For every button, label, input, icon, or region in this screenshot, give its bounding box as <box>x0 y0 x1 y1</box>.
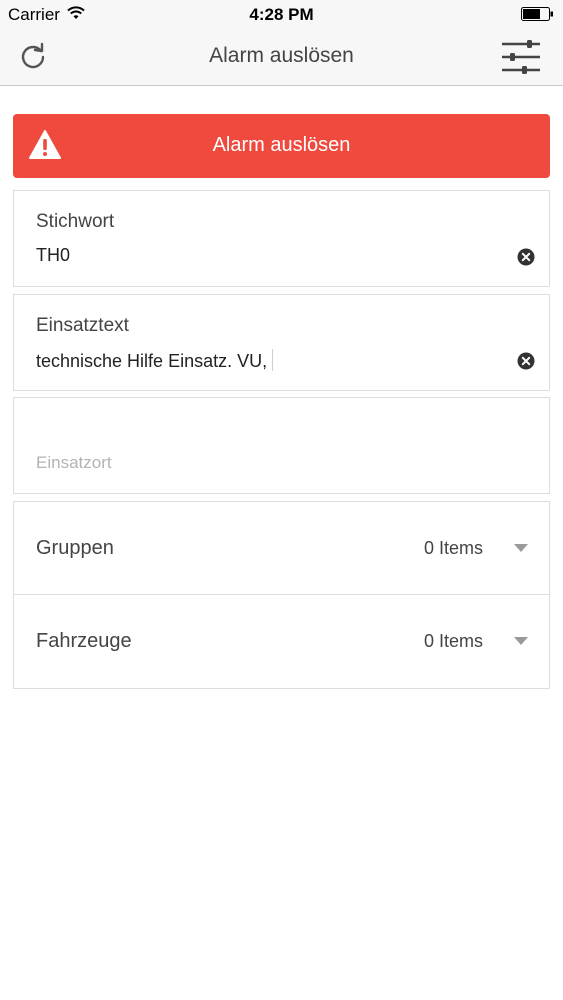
trigger-alarm-label: Alarm auslösen <box>212 134 351 156</box>
gruppen-count: 0 Items <box>423 538 483 558</box>
gruppen-select[interactable]: Gruppen 0 Items <box>14 502 549 595</box>
einsatztext-field[interactable]: Einsatztext technische Hilfe Einsatz. VU… <box>13 294 550 391</box>
stichwort-label: Stichwort <box>36 211 115 232</box>
text-cursor <box>272 349 274 371</box>
stichwort-input[interactable]: TH0 <box>36 245 70 266</box>
clear-stichwort-icon[interactable] <box>517 248 535 266</box>
einsatztext-label: Einsatztext <box>36 315 129 336</box>
battery-icon <box>521 7 553 21</box>
filter-sliders-icon[interactable] <box>500 40 542 74</box>
einsatzort-input[interactable]: Einsatzort <box>36 453 112 473</box>
clear-einsatztext-icon[interactable] <box>517 352 535 370</box>
einsatzort-field[interactable]: Einsatzort <box>13 397 550 494</box>
dropdown-arrow-icon <box>514 637 528 645</box>
page-title: Alarm auslösen <box>209 44 354 67</box>
gruppen-label: Gruppen <box>36 537 114 559</box>
fahrzeuge-label: Fahrzeuge <box>36 630 132 652</box>
status-bar: Carrier 4:28 PM <box>0 0 563 28</box>
selection-list: Gruppen 0 Items Fahrzeuge 0 Items <box>13 501 550 689</box>
fahrzeuge-count: 0 Items <box>423 631 483 651</box>
clock: 4:28 PM <box>249 5 314 24</box>
fahrzeuge-select[interactable]: Fahrzeuge 0 Items <box>14 595 549 688</box>
trigger-alarm-button[interactable]: Alarm auslösen <box>13 114 550 178</box>
stichwort-field[interactable]: Stichwort TH0 <box>13 190 550 287</box>
navigation-bar: Alarm auslösen <box>0 28 563 86</box>
einsatztext-input[interactable]: technische Hilfe Einsatz. VU, <box>36 349 274 372</box>
einsatztext-value: technische Hilfe Einsatz. VU, <box>36 351 268 371</box>
dropdown-arrow-icon <box>514 544 528 552</box>
